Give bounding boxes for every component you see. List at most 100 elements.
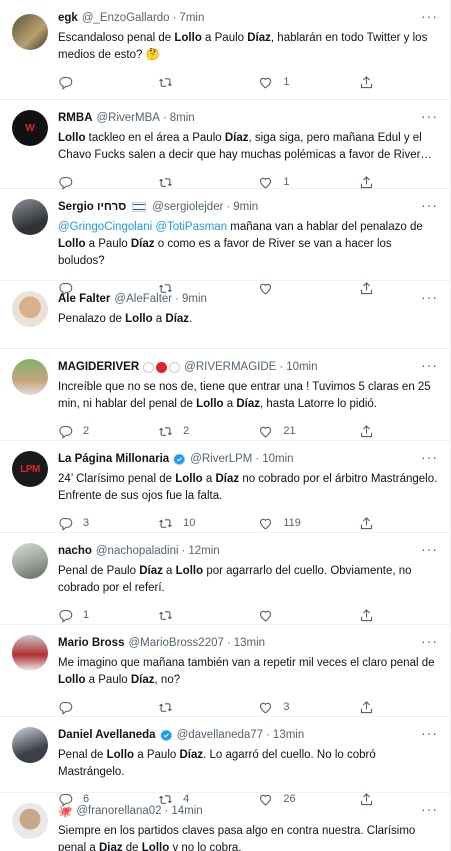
tweet[interactable]: MAGIDERIVER @RIVERMAGIDE · 10min ··· Inc… bbox=[0, 349, 450, 441]
like-button[interactable] bbox=[258, 608, 358, 623]
share-button[interactable] bbox=[359, 75, 388, 90]
tweet[interactable]: 🐙 @franorellana02 · 14min ··· Siempre en… bbox=[0, 793, 450, 851]
share-button[interactable] bbox=[359, 175, 388, 190]
more-options-icon[interactable]: ··· bbox=[421, 358, 438, 372]
avatar[interactable]: W bbox=[12, 110, 48, 146]
timestamp[interactable]: 14min bbox=[171, 805, 202, 817]
like-button[interactable]: 21 bbox=[258, 424, 358, 439]
share-button[interactable] bbox=[359, 608, 388, 623]
display-name[interactable]: La Página Millonaria bbox=[58, 453, 169, 465]
retweet-button[interactable] bbox=[158, 75, 258, 90]
reply-button[interactable] bbox=[58, 700, 158, 715]
highlighted-term: Díaz bbox=[179, 749, 204, 761]
user-handle[interactable]: @RiverMBA bbox=[97, 112, 160, 124]
user-handle[interactable]: @_EnzoGallardo bbox=[82, 12, 170, 24]
timestamp[interactable]: 10min bbox=[262, 453, 293, 465]
more-options-icon[interactable]: ··· bbox=[421, 109, 438, 123]
tweet[interactable]: W RMBA @RiverMBA · 8min ··· Lollo tackle… bbox=[0, 100, 450, 190]
avatar[interactable] bbox=[12, 359, 48, 395]
display-name[interactable]: nacho bbox=[58, 545, 92, 557]
more-options-icon[interactable]: ··· bbox=[421, 542, 438, 556]
like-count: 1 bbox=[283, 176, 290, 188]
like-button[interactable]: 3 bbox=[258, 700, 358, 715]
more-options-icon[interactable]: ··· bbox=[421, 198, 438, 212]
reply-button[interactable]: 1 bbox=[58, 608, 158, 623]
tweet[interactable]: Ale Falter @AleFalter · 9min ··· Penalaz… bbox=[0, 281, 450, 349]
display-name[interactable]: MAGIDERIVER bbox=[58, 361, 139, 373]
user-handle[interactable]: @sergiolejder bbox=[152, 201, 223, 213]
timestamp[interactable]: 12min bbox=[188, 545, 219, 557]
user-handle[interactable]: @MarioBross2207 bbox=[128, 637, 223, 649]
retweet-button[interactable] bbox=[158, 175, 258, 190]
timestamp[interactable]: 13min bbox=[273, 729, 304, 741]
user-handle[interactable]: @RiverLPM bbox=[190, 453, 252, 465]
avatar[interactable] bbox=[12, 803, 48, 839]
display-name[interactable]: Sergio סרחיו bbox=[58, 201, 126, 213]
share-button[interactable] bbox=[359, 516, 388, 531]
mention-link[interactable]: @TotiPasman bbox=[155, 221, 227, 233]
text-segment: Penalazo de bbox=[58, 313, 126, 325]
timestamp[interactable]: 7min bbox=[179, 12, 204, 24]
more-options-icon[interactable]: ··· bbox=[421, 9, 438, 23]
timestamp[interactable]: 8min bbox=[170, 112, 195, 124]
avatar[interactable] bbox=[12, 14, 48, 50]
tweet[interactable]: Mario Bross @MarioBross2207 · 13min ··· … bbox=[0, 625, 450, 717]
tweet[interactable]: egk @_EnzoGallardo · 7min ··· Escandalos… bbox=[0, 0, 450, 100]
reply-button[interactable] bbox=[58, 75, 158, 90]
user-handle[interactable]: @davellaneda77 bbox=[177, 729, 264, 741]
more-options-icon[interactable]: ··· bbox=[421, 802, 438, 816]
retweet-count: 10 bbox=[183, 517, 196, 529]
reply-button[interactable]: 3 bbox=[58, 516, 158, 531]
mention-link[interactable]: @GringoCingolani bbox=[58, 221, 152, 233]
more-options-icon[interactable]: ··· bbox=[421, 290, 438, 304]
display-name[interactable]: RMBA bbox=[58, 112, 93, 124]
display-name[interactable]: egk bbox=[58, 12, 78, 24]
tweet[interactable]: Daniel Avellaneda @davellaneda77 · 13min… bbox=[0, 717, 450, 807]
user-handle[interactable]: @franorellana02 bbox=[76, 805, 161, 817]
display-name[interactable]: Ale Falter bbox=[58, 293, 110, 305]
reply-icon bbox=[59, 701, 73, 715]
like-button[interactable]: 1 bbox=[258, 75, 358, 90]
display-name[interactable]: Mario Bross bbox=[58, 637, 124, 649]
user-handle[interactable]: @nachopaladini bbox=[96, 545, 179, 557]
timestamp[interactable]: 10min bbox=[286, 361, 317, 373]
timestamp[interactable]: 13min bbox=[234, 637, 265, 649]
avatar[interactable]: LPM bbox=[12, 451, 48, 487]
like-button[interactable]: 1 bbox=[258, 175, 358, 190]
avatar[interactable] bbox=[12, 543, 48, 579]
like-icon bbox=[260, 426, 272, 437]
reply-icon bbox=[59, 76, 73, 90]
timestamp[interactable]: 9min bbox=[233, 201, 258, 213]
tweet[interactable]: Sergio סרחיו @sergiolejder · 9min ··· @G… bbox=[0, 189, 450, 296]
share-button[interactable] bbox=[359, 424, 388, 439]
retweet-button[interactable] bbox=[158, 700, 258, 715]
avatar[interactable] bbox=[12, 635, 48, 671]
share-button[interactable] bbox=[359, 700, 388, 715]
timestamp[interactable]: 9min bbox=[182, 293, 207, 305]
tweet[interactable]: nacho @nachopaladini · 12min ··· Penal d… bbox=[0, 533, 450, 625]
retweet-button[interactable] bbox=[158, 608, 258, 623]
text-segment: Me imagino que mañana también van a repe… bbox=[58, 657, 435, 669]
retweet-button[interactable]: 2 bbox=[158, 424, 258, 439]
more-options-icon[interactable]: ··· bbox=[421, 726, 438, 740]
lpm-logo-icon: LPM bbox=[20, 463, 40, 475]
avatar[interactable] bbox=[12, 291, 48, 327]
avatar[interactable] bbox=[12, 727, 48, 763]
avatar[interactable] bbox=[12, 199, 48, 235]
user-handle[interactable]: @AleFalter bbox=[114, 293, 172, 305]
like-icon bbox=[260, 702, 272, 713]
display-name[interactable]: Daniel Avellaneda bbox=[58, 729, 156, 741]
reply-icon bbox=[59, 176, 73, 190]
more-options-icon[interactable]: ··· bbox=[421, 450, 438, 464]
text-segment: a Paulo bbox=[85, 674, 131, 686]
tweet-header: Ale Falter @AleFalter · 9min bbox=[58, 291, 438, 307]
user-handle[interactable]: @RIVERMAGIDE bbox=[184, 361, 276, 373]
like-count: 21 bbox=[283, 425, 296, 437]
more-options-icon[interactable]: ··· bbox=[421, 634, 438, 648]
retweet-button[interactable]: 10 bbox=[158, 516, 258, 531]
reply-button[interactable] bbox=[58, 175, 158, 190]
reply-button[interactable]: 2 bbox=[58, 424, 158, 439]
like-button[interactable]: 119 bbox=[258, 516, 358, 531]
text-segment: a bbox=[223, 398, 237, 410]
tweet[interactable]: LPM La Página Millonaria @RiverLPM · 10m… bbox=[0, 441, 450, 533]
